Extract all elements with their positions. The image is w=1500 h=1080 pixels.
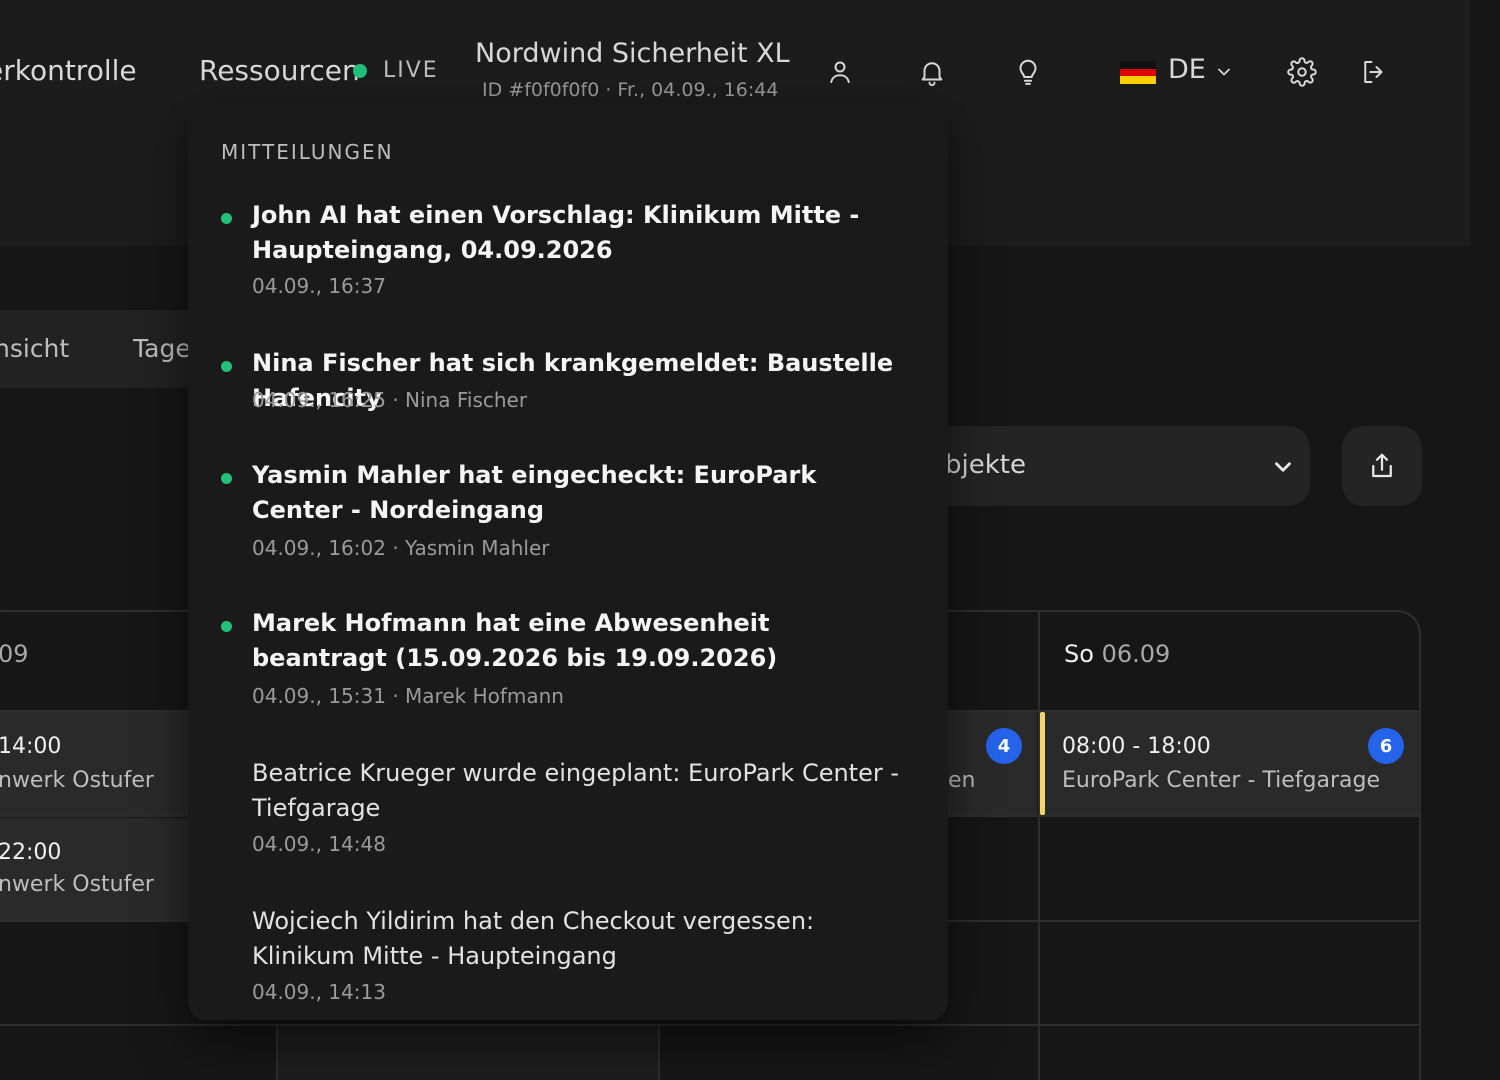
- live-indicator-dot: [353, 64, 367, 78]
- notification-meta: 04.09., 15:31 · Marek Hofmann: [252, 684, 564, 708]
- notification-title: Beatrice Krueger wurde eingeplant: EuroP…: [252, 759, 900, 822]
- object-select-value: bjekte: [945, 450, 1026, 480]
- nav-zugriffskontrolle[interactable]: erkontrolle: [0, 54, 137, 87]
- calendar-cell: [278, 1026, 658, 1080]
- company-name: Nordwind Sicherheit XL: [475, 38, 790, 69]
- notification-meta: 04.09., 16:25 · Nina Fischer: [252, 388, 528, 412]
- notification-meta: 04.09., 16:37: [252, 274, 386, 298]
- calendar-divider: [0, 1024, 1420, 1026]
- notification-meta: 04.09., 14:13: [252, 980, 386, 1004]
- profile-button[interactable]: [818, 50, 862, 94]
- count-badge: 6: [1368, 728, 1404, 764]
- tab-wochenansicht[interactable]: nsicht: [0, 334, 69, 363]
- notifications-heading: MITTEILUNGEN: [221, 140, 394, 164]
- chevron-down-icon[interactable]: [1214, 62, 1234, 82]
- unread-dot: [221, 473, 232, 484]
- user-icon: [830, 61, 850, 83]
- notification-title: Wojciech Yildirim hat den Checkout verge…: [252, 907, 815, 970]
- export-button[interactable]: [1342, 426, 1422, 506]
- gear-icon: [1287, 57, 1317, 87]
- settings-button[interactable]: [1280, 50, 1324, 94]
- day-header-sunday: So 06.09: [1064, 640, 1171, 668]
- live-label: LIVE: [383, 58, 439, 83]
- calendar-divider: [658, 1024, 660, 1080]
- unread-dot: [221, 361, 232, 372]
- shift-accent-bar: [1040, 712, 1045, 815]
- notification-title: Yasmin Mahler hat eingecheckt: EuroPark …: [252, 461, 817, 524]
- chevron-down-icon: [1275, 462, 1291, 472]
- logout-button[interactable]: [1352, 50, 1396, 94]
- share-icon: [1372, 453, 1392, 478]
- shift-card[interactable]: 14:00 nwerk Ostufer: [0, 712, 188, 815]
- company-meta: ID #f0f0f0f0 · Fr., 04.09., 16:44: [482, 79, 779, 101]
- logout-icon: [1364, 61, 1383, 83]
- notifications-panel: MITTEILUNGEN John AI hat einen Vorschlag…: [188, 104, 948, 1020]
- tab-tage[interactable]: Tage: [133, 334, 191, 363]
- language-selector[interactable]: DE: [1168, 54, 1206, 85]
- calendar-divider: [1038, 610, 1040, 1080]
- shift-card-sunday[interactable]: 08:00 - 18:00 EuroPark Center - Tiefgara…: [1040, 712, 1420, 815]
- notification-title: Marek Hofmann hat eine Abwesenheit beant…: [252, 609, 778, 672]
- tips-button[interactable]: [1006, 50, 1050, 94]
- notification-meta: 04.09., 16:02 · Yasmin Mahler: [252, 536, 550, 560]
- nav-ressourcen[interactable]: Ressourcen: [199, 54, 360, 87]
- notification-title: John AI hat einen Vorschlag: Klinikum Mi…: [252, 201, 860, 264]
- unread-dot: [221, 213, 232, 224]
- shift-card[interactable]: 22:00 nwerk Ostufer: [0, 818, 188, 920]
- lightbulb-icon: [1019, 59, 1037, 85]
- shift-card[interactable]: en 4: [948, 712, 1037, 815]
- notifications-button[interactable]: [910, 50, 954, 94]
- german-flag-icon[interactable]: [1120, 61, 1156, 85]
- day-header-left: 09: [0, 640, 29, 668]
- unread-dot: [221, 621, 232, 632]
- notification-meta: 04.09., 14:48: [252, 832, 386, 856]
- bell-icon: [921, 62, 943, 87]
- count-badge: 4: [986, 728, 1022, 764]
- object-select[interactable]: bjekte: [900, 426, 1310, 506]
